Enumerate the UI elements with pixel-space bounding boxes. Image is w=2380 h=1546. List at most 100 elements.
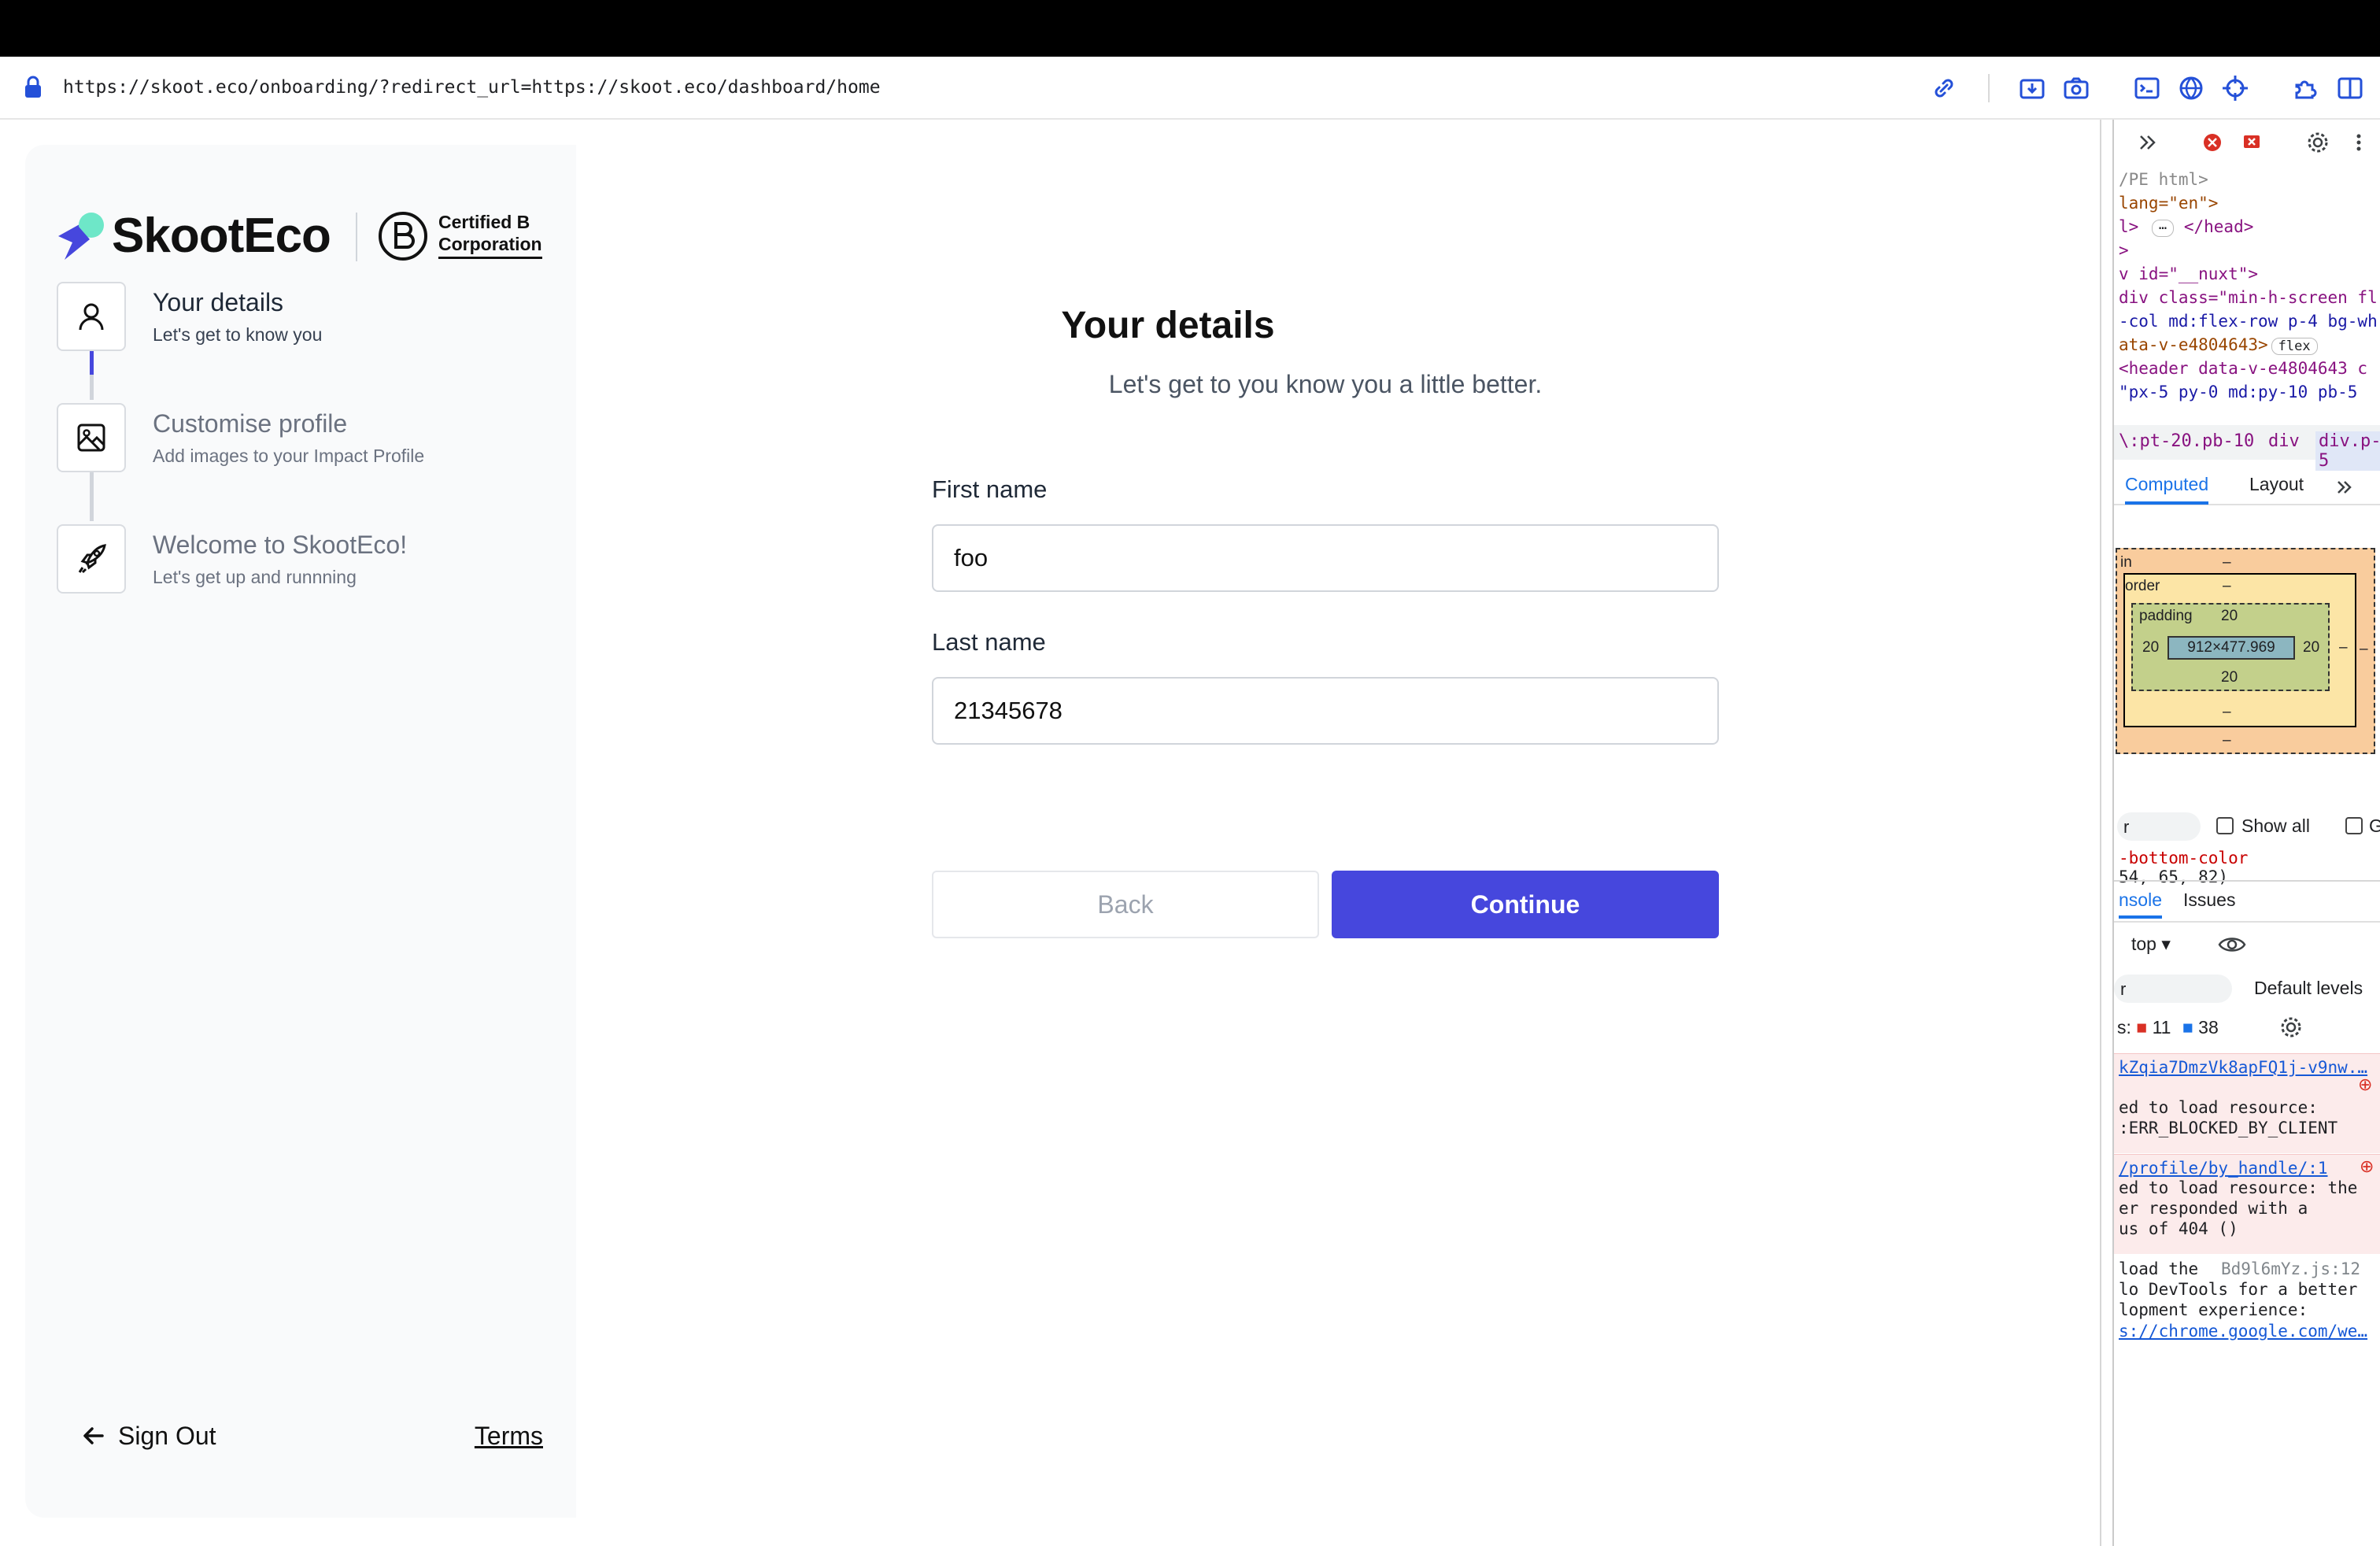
console-info-message: load the Bd9l6mYz.js:12 lo DevTools for … — [2114, 1256, 2380, 1351]
dom-line-text: ata-v-e4804643> — [2119, 335, 2268, 354]
error-square-icon: ■ — [2136, 1017, 2148, 1037]
back-button[interactable]: Back — [932, 871, 1319, 938]
page-subtitle: Let's get to you know you a little bette… — [1108, 370, 1543, 398]
address-bar[interactable]: https://skoot.eco/onboarding/?redirect_u… — [0, 57, 2380, 120]
step-your-details[interactable]: Your details Let's get to know you — [57, 282, 560, 354]
crosshair-icon[interactable] — [2221, 74, 2249, 102]
extensions-icon[interactable] — [2292, 74, 2320, 102]
box-model-border: order – – – padding 20 20 20 20 912×477.… — [2123, 573, 2356, 727]
padding-top-value: 20 — [2221, 608, 2238, 624]
more-tabs-icon[interactable] — [2136, 131, 2160, 154]
eye-icon[interactable] — [2218, 934, 2246, 956]
last-name-label: Last name — [932, 628, 1046, 656]
flex-badge[interactable]: flex — [2271, 338, 2318, 355]
issues-count-icon[interactable] — [2240, 131, 2264, 154]
last-name-input[interactable] — [932, 677, 1719, 745]
more-tabs-icon[interactable] — [2334, 477, 2355, 497]
tab-issues[interactable]: Issues — [2183, 890, 2235, 911]
b-corp-icon — [379, 212, 427, 261]
ellipsis-pill[interactable]: ⋯ — [2151, 220, 2175, 237]
error-source-link-text: kZqia7DmzVk8apFQ1j-v9nw.… — [2119, 1058, 2368, 1077]
console-filter-input[interactable]: r — [2114, 975, 2232, 1003]
first-name-input[interactable] — [932, 524, 1719, 592]
computed-property[interactable]: -bottom-color — [2119, 849, 2248, 867]
log-levels-dropdown[interactable]: Default levels — [2254, 978, 2363, 999]
breadcrumb-item[interactable]: div — [2268, 431, 2300, 451]
step-description: Let's get up and runnning — [153, 567, 357, 587]
breadcrumb-item[interactable]: \:pt-20.pb-10 — [2119, 431, 2254, 451]
tab-layout[interactable]: Layout — [2249, 474, 2304, 495]
border-label: order — [2125, 578, 2160, 594]
show-all-label: Show all — [2241, 816, 2310, 836]
page-title: Your details — [1061, 305, 1275, 346]
kebab-menu-icon[interactable] — [2347, 131, 2371, 154]
user-icon — [79, 303, 104, 331]
step-icon-box — [57, 403, 126, 472]
error-source-link[interactable]: /profile/by_handle/:1 — [2119, 1158, 2328, 1178]
padding-label: padding — [2139, 608, 2193, 624]
issues-prefix: s: — [2117, 1017, 2131, 1037]
error-count-icon[interactable] — [2201, 131, 2224, 154]
styles-tabs: Computed Layout — [2114, 466, 2380, 505]
error-text: :ERR_BLOCKED_BY_CLIENT — [2119, 1119, 2338, 1137]
settings-gear-icon[interactable] — [2306, 131, 2330, 154]
dom-line-text: </head> — [2183, 217, 2254, 236]
dom-line[interactable]: > — [2119, 241, 2129, 260]
dom-line[interactable]: <header data-v-e4804643 c — [2119, 359, 2367, 378]
error-text: ed to load resource: the — [2119, 1178, 2358, 1197]
context-selector[interactable]: top ▾ — [2131, 934, 2171, 955]
download-icon[interactable] — [2018, 74, 2046, 102]
info-link-text: s://chrome.google.com/we… — [2119, 1322, 2368, 1341]
tab-console[interactable]: nsole — [2119, 890, 2162, 919]
console-settings-icon[interactable] — [2279, 1015, 2303, 1039]
dom-line[interactable]: -col md:flex-row p-4 bg-wh — [2119, 312, 2378, 331]
error-text: er responded with a — [2119, 1199, 2308, 1218]
error-count: 11 — [2152, 1017, 2171, 1037]
sign-out-link[interactable]: Sign Out — [82, 1420, 216, 1452]
url-text[interactable]: https://skoot.eco/onboarding/?redirect_u… — [63, 77, 881, 98]
window-top-bar — [0, 0, 2380, 57]
camera-icon[interactable] — [2062, 74, 2090, 102]
dom-breadcrumbs: \:pt-20.pb-10 div div.p-5 — [2114, 425, 2380, 471]
show-all-checkbox[interactable] — [2216, 817, 2234, 834]
step-title: Your details — [153, 288, 284, 316]
info-text: lopment experience: — [2119, 1300, 2308, 1319]
link-icon[interactable] — [1930, 74, 1958, 102]
dom-line[interactable]: ata-v-e4804643> flex — [2119, 335, 2318, 355]
dom-line[interactable]: lang="en"> — [2119, 194, 2218, 213]
b-corp-line1: Certified B — [438, 212, 530, 232]
breadcrumb-item-selected[interactable]: div.p-5 — [2315, 431, 2380, 471]
b-corp-label: Certified B Corporation — [438, 211, 542, 259]
group-checkbox[interactable] — [2345, 817, 2363, 834]
step-title: Welcome to SkootEco! — [153, 531, 408, 559]
sidebar-toggle-icon[interactable] — [2336, 74, 2364, 102]
terminal-icon[interactable] — [2133, 74, 2161, 102]
step-customise-profile[interactable]: Customise profile Add images to your Imp… — [57, 403, 560, 475]
info-source[interactable]: Bd9l6mYz.js:12 — [2221, 1259, 2360, 1278]
toolbar-separator — [1988, 74, 1990, 102]
dom-line[interactable]: "px-5 py-0 md:py-10 pb-5 — [2119, 383, 2357, 401]
issue-counts[interactable]: s: ■ 11 ■ 38 — [2117, 1017, 2219, 1038]
continue-button[interactable]: Continue — [1332, 871, 1719, 938]
group-label: Gr — [2369, 816, 2380, 837]
margin-top-value: – — [2223, 554, 2231, 571]
margin-right-value: – — [2360, 641, 2368, 657]
brand-name: SkootEco — [112, 209, 331, 263]
devtools-panel: /PE html> lang="en"> l> ⋯ </head> > v id… — [2100, 120, 2380, 1546]
dom-line[interactable]: div class="min-h-screen fl — [2119, 288, 2378, 307]
step-welcome[interactable]: Welcome to SkootEco! Let's get up and ru… — [57, 524, 560, 597]
info-text: load the — [2119, 1259, 2199, 1278]
console-filter-text: r — [2120, 979, 2127, 999]
computed-filter-row: r Show all Gr — [2114, 809, 2380, 844]
filter-input[interactable]: r — [2117, 812, 2201, 841]
info-link[interactable]: s://chrome.google.com/we… — [2119, 1321, 2367, 1341]
dom-line[interactable]: /PE html> — [2119, 170, 2208, 189]
step-connector-2 — [90, 472, 94, 521]
dom-line[interactable]: l> ⋯ </head> — [2119, 217, 2253, 237]
terms-link[interactable]: Terms — [475, 1422, 543, 1451]
dom-line[interactable]: v id="__nuxt"> — [2119, 264, 2258, 283]
border-right-value: – — [2339, 639, 2348, 656]
error-source-link[interactable]: kZqia7DmzVk8apFQ1j-v9nw.… — [2119, 1057, 2367, 1078]
tab-computed[interactable]: Computed — [2125, 474, 2209, 505]
globe-icon[interactable] — [2177, 74, 2205, 102]
